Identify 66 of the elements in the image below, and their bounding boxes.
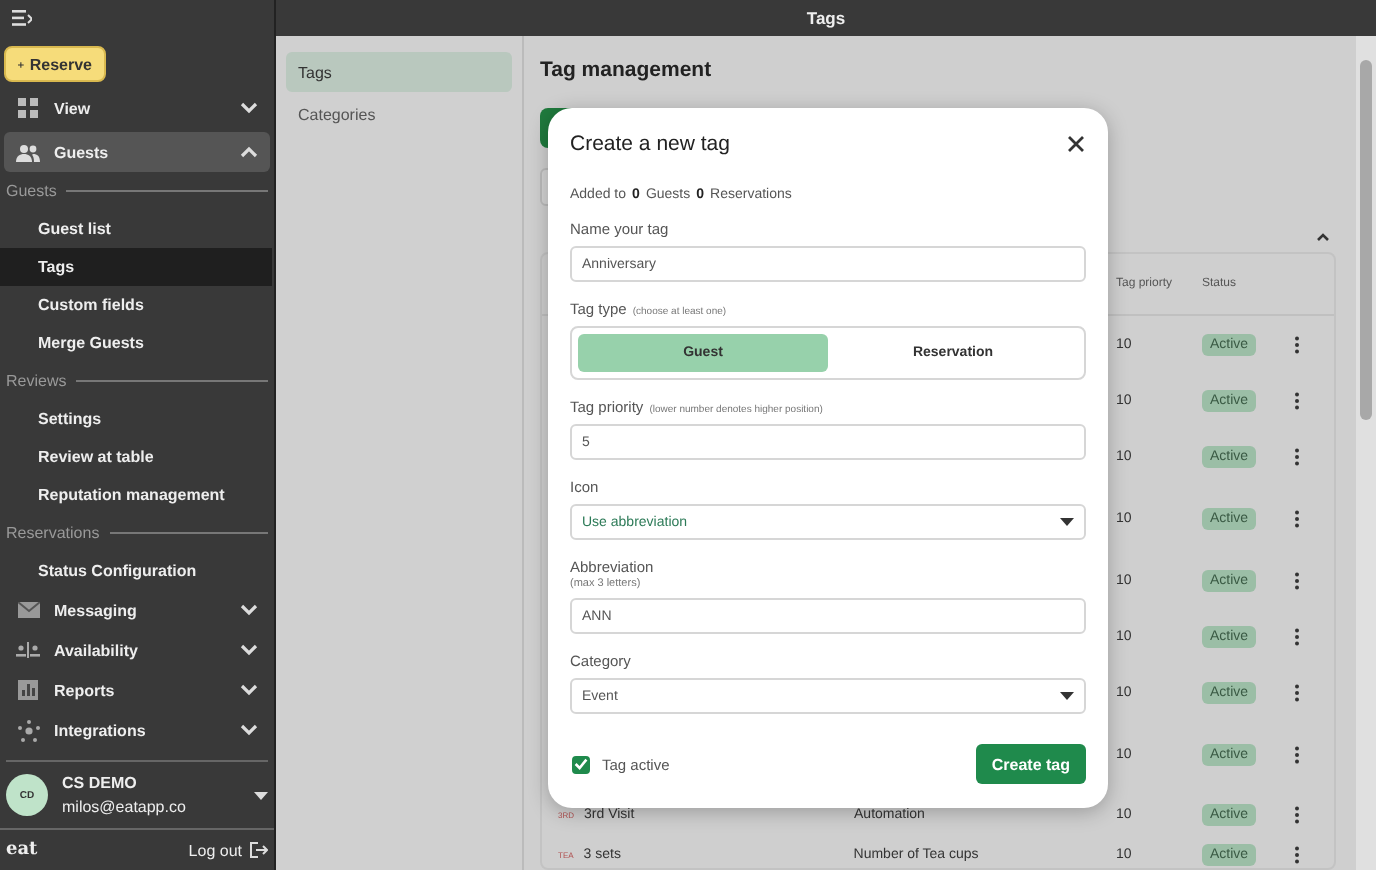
nav-group[interactable]: Messaging (4, 590, 270, 630)
nav-group[interactable]: Reports (4, 670, 270, 710)
nav-group[interactable]: Guests (4, 132, 270, 172)
nav-label: Messaging (54, 601, 139, 619)
more-icon[interactable] (1294, 391, 1300, 409)
more-icon[interactable] (1294, 627, 1300, 645)
close-button[interactable] (1066, 134, 1086, 154)
more-icon[interactable] (1294, 335, 1300, 353)
more-icon[interactable] (1294, 683, 1300, 701)
subnav-item[interactable]: Tags (286, 52, 512, 92)
profile-email: milos@eatapp.co (62, 798, 188, 816)
nav-item[interactable]: Guest list (0, 210, 272, 248)
people-icon (16, 143, 40, 161)
nav-item[interactable]: Tags (0, 248, 272, 286)
subnav-item[interactable]: Categories (286, 94, 512, 134)
chevron-icon (240, 102, 258, 114)
more-icon[interactable] (1294, 745, 1300, 763)
nav-item[interactable]: Review at table (0, 438, 272, 476)
collapse-chevron-icon[interactable] (1316, 232, 1330, 242)
grid-icon (18, 98, 38, 118)
section-heading: Guests (6, 182, 57, 200)
chevron-icon (240, 684, 258, 696)
availability-icon (16, 642, 40, 658)
nav-label: Availability (54, 641, 140, 659)
chevron-icon (240, 724, 258, 736)
section-heading: Reservations (6, 524, 100, 542)
dropdown-caret-icon[interactable] (254, 791, 268, 799)
nav-group[interactable]: Integrations (4, 710, 270, 750)
nav-label: Integrations (54, 721, 148, 739)
nav-item[interactable]: Reputation management (0, 476, 272, 514)
profile-name: CS DEMO (62, 774, 139, 792)
nav-label: Reports (54, 681, 117, 699)
nav-item[interactable]: Settings (0, 400, 272, 438)
dropdown-caret-icon (1060, 518, 1074, 526)
chevron-icon (240, 146, 258, 158)
envelope-icon (17, 602, 39, 618)
page-title: Tags (806, 8, 846, 28)
nav-label: Guests (54, 143, 111, 161)
logout-icon (250, 842, 268, 858)
reserve-button[interactable]: Reserve (4, 46, 106, 82)
nav-item[interactable]: Custom fields (0, 286, 272, 324)
more-icon[interactable] (1294, 571, 1300, 589)
bar-chart-icon (18, 680, 38, 700)
nav-group[interactable]: View (4, 88, 270, 128)
plus-icon (18, 57, 24, 71)
logout-link[interactable]: Log out (188, 841, 268, 859)
dialog-title: Create a new tag (570, 132, 730, 156)
chevron-icon (240, 644, 258, 656)
logo: eat (6, 840, 40, 860)
active-checkbox[interactable] (572, 755, 590, 773)
network-icon (17, 719, 39, 741)
nav-item[interactable]: Merge Guests (0, 324, 272, 362)
section-heading: Reviews (6, 372, 67, 390)
more-icon[interactable] (1294, 845, 1300, 863)
nav-item[interactable]: Status Configuration (0, 552, 272, 590)
create-tag-button[interactable]: Create tag (975, 744, 1086, 784)
menu-collapse-icon[interactable] (12, 10, 32, 26)
chevron-icon (240, 604, 258, 616)
nav-label: View (54, 99, 93, 117)
nav-group[interactable]: Availability (4, 630, 270, 670)
more-icon[interactable] (1294, 447, 1300, 465)
more-icon[interactable] (1294, 509, 1300, 527)
scrollbar[interactable] (1356, 36, 1376, 870)
more-icon[interactable] (1294, 805, 1300, 823)
dropdown-caret-icon (1060, 692, 1074, 700)
page-heading: Tag management (540, 58, 714, 86)
